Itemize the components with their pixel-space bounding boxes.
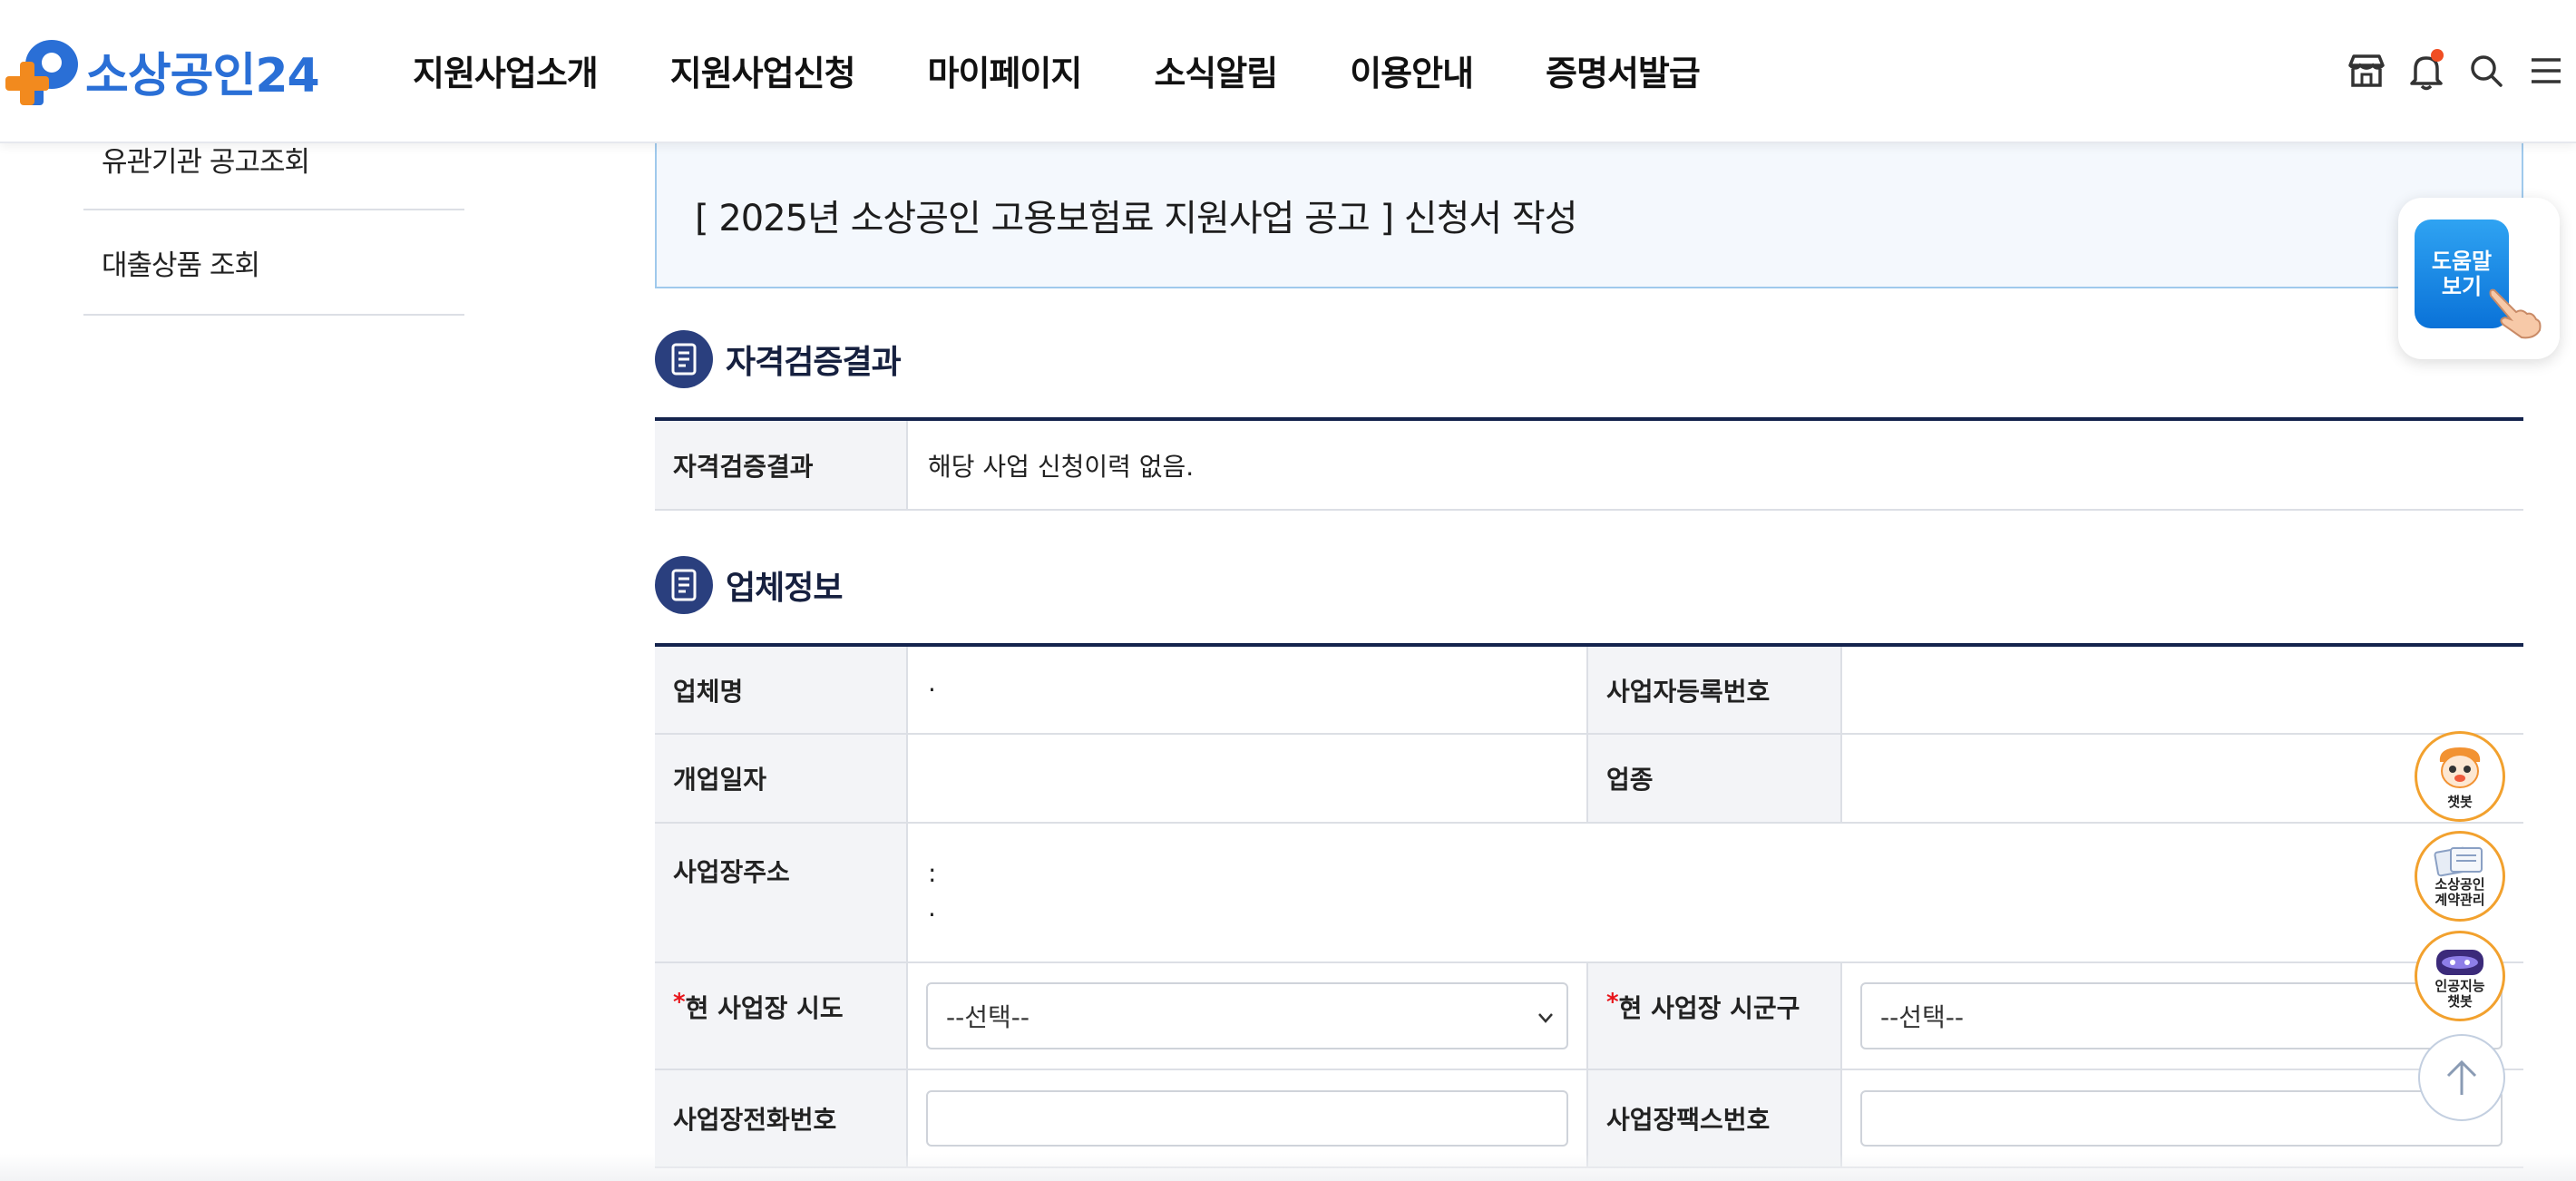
sidebar-nav: 유관기관 공고조회 대출상품 조회 <box>83 125 464 316</box>
document-icon <box>655 556 713 614</box>
nav-item-mypage[interactable]: 마이페이지 <box>928 45 1083 95</box>
qualification-table: 자격검증결과 해당 사업 신청이력 없음. <box>655 417 2523 511</box>
logo-mark-icon <box>5 34 80 107</box>
open-date-label: 개업일자 <box>655 734 908 824</box>
bell-icon[interactable] <box>2396 47 2456 94</box>
page-title: [ 2025년 소상공인 고용보험료 지원사업 공고 ] 신청서 작성 <box>695 198 1578 239</box>
required-mark: * <box>673 989 686 1016</box>
nav-item-news[interactable]: 소식알림 <box>1154 45 1278 95</box>
search-icon[interactable] <box>2456 47 2516 94</box>
arrow-up-icon <box>2446 1059 2477 1095</box>
section-header-company: 업체정보 <box>655 552 2523 618</box>
site-logo[interactable]: 소상공인24 <box>5 34 320 107</box>
nav-item-certificate[interactable]: 증명서발급 <box>1546 45 1701 95</box>
open-date-value <box>907 734 1588 824</box>
menu-icon[interactable] <box>2516 47 2576 94</box>
section-title: 자격검증결과 <box>726 344 902 381</box>
sigungu-label: *현 사업장 시군구 <box>1587 962 1842 1070</box>
page-bottom-fade <box>0 1154 2576 1181</box>
store-icon[interactable] <box>2337 47 2396 94</box>
sido-cell: --선택-- <box>907 962 1588 1070</box>
ai-chatbot-button[interactable]: 인공지능 챗봇 <box>2415 931 2505 1021</box>
chevron-down-icon <box>1538 1013 1553 1023</box>
biz-reg-no-label: 사업자등록번호 <box>1587 645 1842 735</box>
sido-label: *현 사업장 시도 <box>655 962 908 1070</box>
sidebar-item-loan-products[interactable]: 대출상품 조회 <box>83 210 464 316</box>
phone-label: 사업장전화번호 <box>655 1069 908 1168</box>
company-name-label: 업체명 <box>655 645 908 735</box>
contract-management-button[interactable]: 소상공인 계약관리 <box>2415 831 2505 922</box>
chatbot-button[interactable]: 챗봇 <box>2415 731 2505 822</box>
ai-robot-icon <box>2436 950 2483 975</box>
logo-text: 소상공인24 <box>85 48 320 103</box>
application-title-box: [ 2025년 소상공인 고용보험료 지원사업 공고 ] 신청서 작성 <box>655 143 2523 288</box>
address-line-2: · <box>928 900 936 930</box>
pointing-hand-icon <box>2489 288 2542 339</box>
document-stack-icon <box>2434 846 2483 877</box>
address-line-1: : <box>928 858 937 888</box>
section-title: 업체정보 <box>726 570 843 607</box>
document-icon <box>655 330 713 388</box>
scroll-to-top-button[interactable] <box>2418 1034 2505 1121</box>
phone-cell <box>907 1069 1588 1168</box>
main-nav: 지원사업소개 지원사업신청 마이페이지 소식알림 이용안내 증명서발급 <box>413 45 1772 95</box>
biz-reg-no-value <box>1841 645 2523 735</box>
qualification-value: 해당 사업 신청이력 없음. <box>907 419 2523 511</box>
main-content: [ 2025년 소상공인 고용보험료 지원사업 공고 ] 신청서 작성 자격검증… <box>655 143 2523 1168</box>
help-widget[interactable]: 도움말 보기 <box>2398 198 2560 359</box>
fax-input[interactable] <box>1860 1090 2503 1147</box>
utility-menu <box>2337 47 2576 94</box>
industry-label: 업종 <box>1587 734 1842 824</box>
address-value: : · <box>907 823 2523 963</box>
fax-label: 사업장팩스번호 <box>1587 1069 1842 1168</box>
site-header: 소상공인24 지원사업소개 지원사업신청 마이페이지 소식알림 이용안내 증명서… <box>0 0 2576 143</box>
company-info-table: 업체명 · 사업자등록번호 개업일자 업종 사업장주소 : · *현 사업장 시… <box>655 643 2523 1168</box>
nav-item-support-apply[interactable]: 지원사업신청 <box>670 45 856 95</box>
sigungu-select[interactable]: --선택-- <box>1860 982 2503 1049</box>
required-mark: * <box>1606 989 1619 1016</box>
chatbot-mascot-icon <box>2439 747 2481 788</box>
section-header-qualification: 자격검증결과 <box>655 327 2523 392</box>
qualification-label: 자격검증결과 <box>655 419 908 511</box>
notification-dot <box>2431 49 2444 62</box>
phone-input[interactable] <box>926 1090 1568 1147</box>
nav-item-support-intro[interactable]: 지원사업소개 <box>413 45 599 95</box>
address-label: 사업장주소 <box>655 823 908 963</box>
sido-select[interactable]: --선택-- <box>926 982 1568 1049</box>
nav-item-guide[interactable]: 이용안내 <box>1350 45 1474 95</box>
company-name-value: · <box>907 645 1588 735</box>
